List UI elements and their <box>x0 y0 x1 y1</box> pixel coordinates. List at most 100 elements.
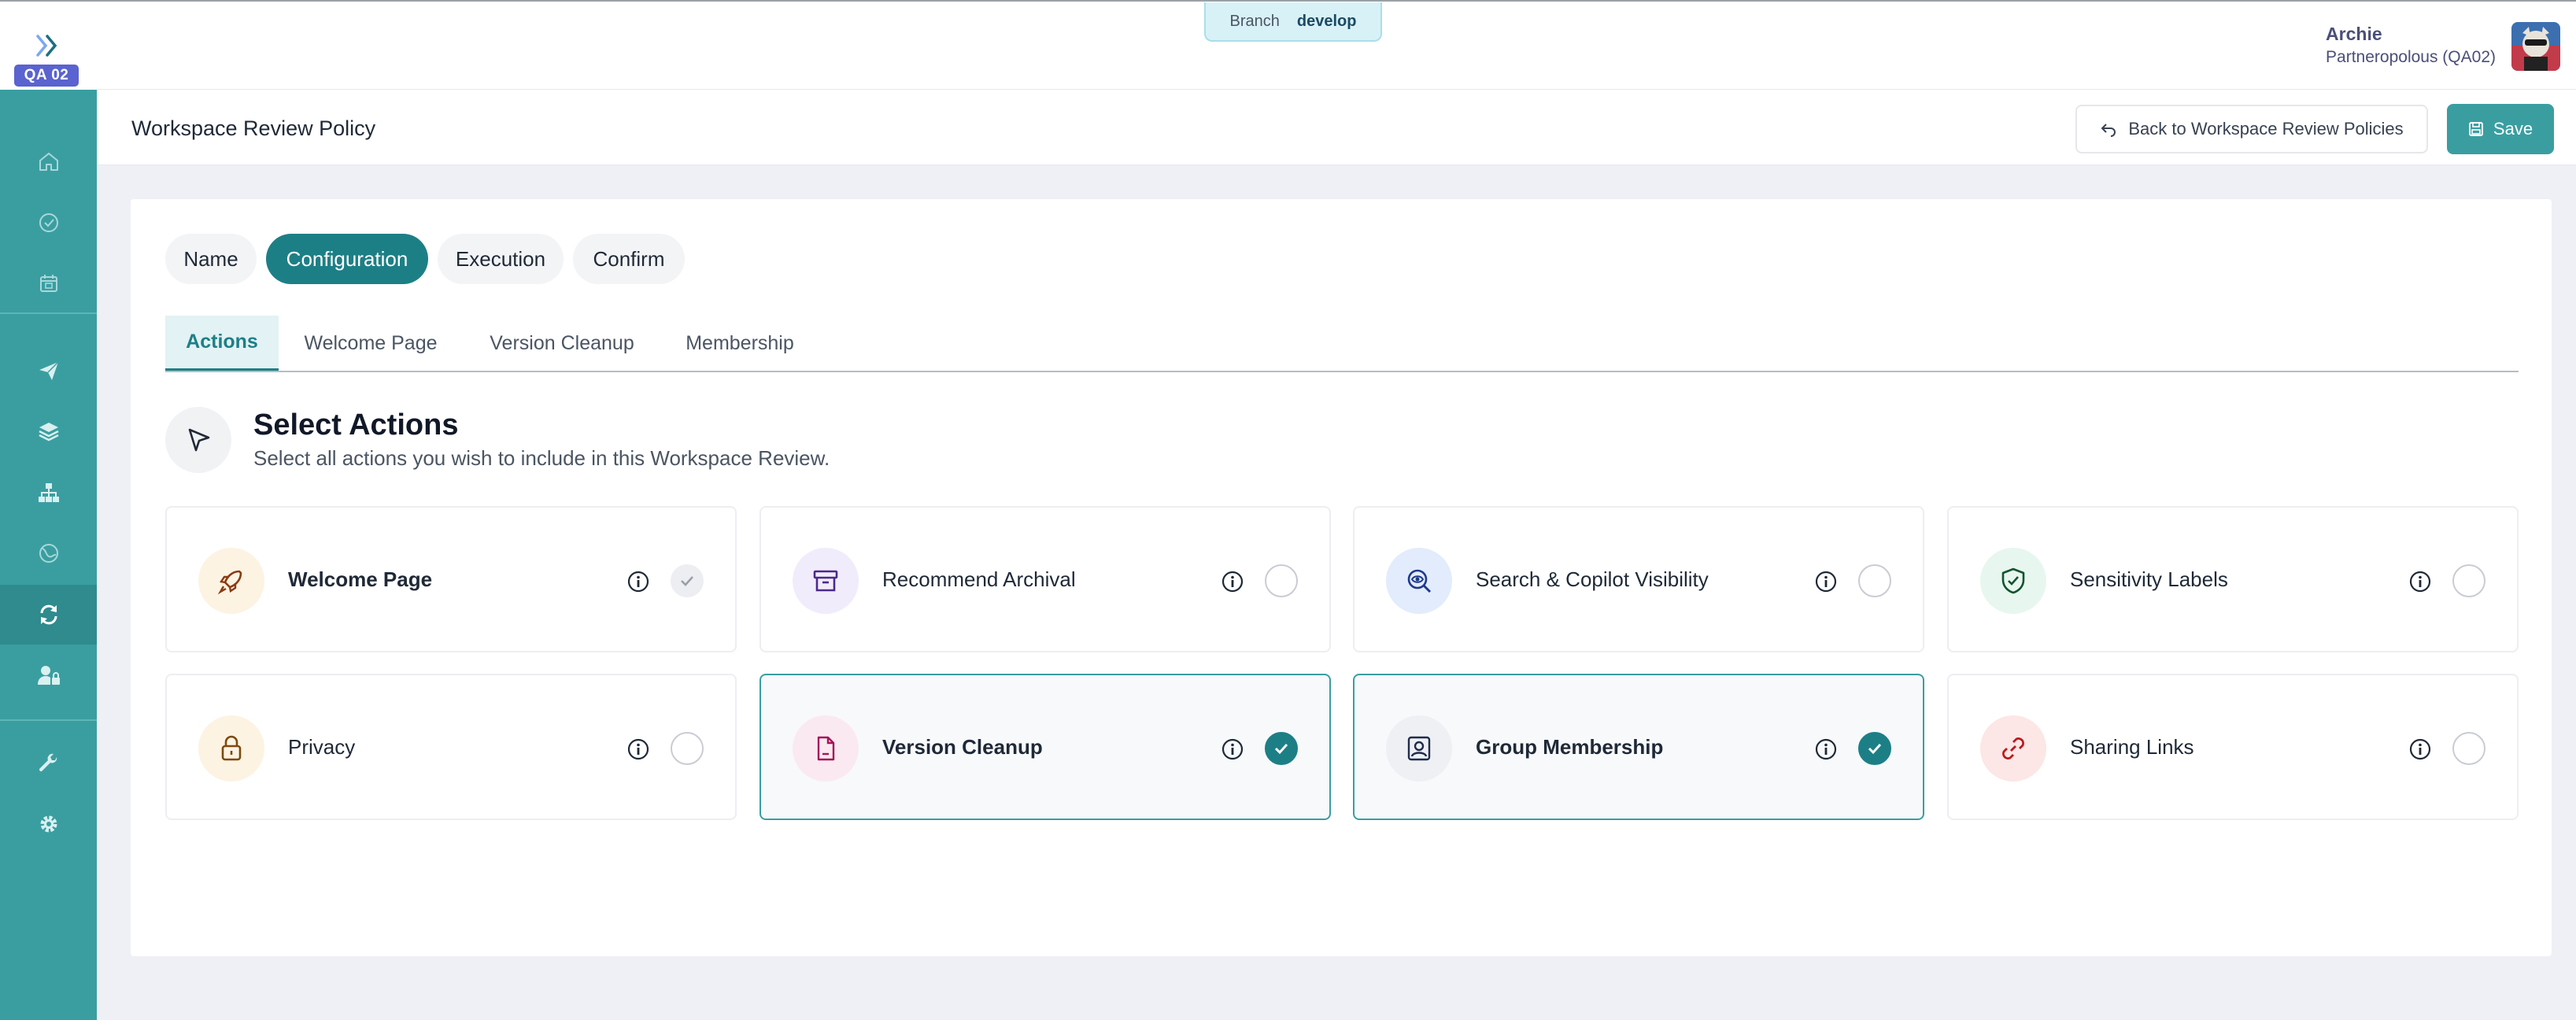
action-card-sensitivity-labels[interactable]: Sensitivity Labels <box>1947 506 2519 652</box>
action-checkbox[interactable] <box>2452 564 2485 597</box>
save-button-label: Save <box>2493 119 2533 139</box>
wrench-icon <box>39 753 57 772</box>
action-checkbox[interactable] <box>1265 564 1298 597</box>
sidebar-item-globe[interactable] <box>0 523 97 583</box>
sidebar-item-user-lock[interactable] <box>0 645 97 705</box>
globe-icon <box>39 544 58 563</box>
sidebar-divider <box>0 312 97 314</box>
action-checkbox[interactable] <box>671 732 704 765</box>
action-checkbox[interactable] <box>671 564 704 597</box>
step-configuration[interactable]: Configuration <box>266 234 428 284</box>
sidebar-item-calendar[interactable] <box>0 253 97 313</box>
page-title: Workspace Review Policy <box>131 116 376 140</box>
save-button[interactable]: Save <box>2447 104 2554 154</box>
shield-check-icon <box>2001 567 2025 594</box>
action-card-group-membership[interactable]: Group Membership <box>1353 674 1924 820</box>
user-info[interactable]: Archie Partneropolous (QA02) <box>2326 24 2496 67</box>
action-icon-wrap <box>1980 548 2046 614</box>
home-icon <box>39 153 58 171</box>
action-card-privacy[interactable]: Privacy <box>165 674 737 820</box>
save-icon <box>2468 122 2483 136</box>
action-checkbox[interactable] <box>1858 732 1891 765</box>
action-label: Welcome Page <box>288 567 433 591</box>
sidebar-divider <box>0 719 97 721</box>
lock-icon <box>221 735 242 761</box>
info-icon[interactable] <box>1221 737 1244 761</box>
info-icon[interactable] <box>1221 570 1244 593</box>
info-icon[interactable] <box>626 570 650 593</box>
branch-label: Branch <box>1229 12 1280 30</box>
layers-icon <box>38 423 59 442</box>
send-icon <box>39 361 59 380</box>
action-checkbox[interactable] <box>1858 564 1891 597</box>
action-card-search-copilot-visibility[interactable]: Search & Copilot Visibility <box>1353 506 1924 652</box>
sidebar-item-layers[interactable] <box>0 401 97 461</box>
search-eye-icon <box>1407 569 1432 593</box>
action-label: Group Membership <box>1476 735 1664 759</box>
action-icon-wrap <box>1980 715 2046 782</box>
action-icon-wrap <box>1386 715 1452 782</box>
info-icon[interactable] <box>2408 737 2432 761</box>
check-circle-icon <box>39 213 58 232</box>
section-subtitle: Select all actions you wish to include i… <box>253 446 830 470</box>
action-label: Search & Copilot Visibility <box>1476 567 1709 591</box>
sidebar-item-home[interactable] <box>0 131 97 191</box>
hierarchy-icon <box>38 483 59 502</box>
action-label: Sharing Links <box>2070 735 2194 759</box>
info-icon[interactable] <box>1814 737 1838 761</box>
sidebar-item-send[interactable] <box>0 341 97 401</box>
policy-card: Name Configuration Execution Confirm Act… <box>131 199 2552 956</box>
sync-icon <box>40 604 57 625</box>
section-title: Select Actions <box>253 408 459 442</box>
cursor-pointer-icon <box>188 428 210 452</box>
tab-welcome-page[interactable]: Welcome Page <box>279 316 463 371</box>
user-org: Partneropolous (QA02) <box>2326 48 2496 66</box>
branch-value: develop <box>1296 12 1357 30</box>
check-icon <box>681 576 693 586</box>
calendar-icon <box>39 275 57 292</box>
logo[interactable]: QA 02 <box>0 2 97 91</box>
archive-icon <box>813 570 838 592</box>
section-icon <box>165 407 231 473</box>
file-icon <box>817 736 835 761</box>
back-to-policies-button[interactable]: Back to Workspace Review Policies <box>2075 105 2428 153</box>
check-icon <box>1274 743 1288 755</box>
action-checkbox[interactable] <box>1265 732 1298 765</box>
action-icon-wrap <box>793 548 859 614</box>
sidebar-item-settings[interactable] <box>0 794 97 854</box>
environment-badge: QA 02 <box>14 65 79 87</box>
sidebar-item-tools[interactable] <box>0 734 97 793</box>
info-icon[interactable] <box>626 737 650 761</box>
action-card-recommend-archival[interactable]: Recommend Archival <box>759 506 1331 652</box>
link-icon <box>2002 737 2024 759</box>
action-label: Privacy <box>288 735 356 759</box>
sidebar-item-hierarchy[interactable] <box>0 463 97 523</box>
tab-label: Actions <box>186 331 258 353</box>
branch-indicator: Branch develop <box>1204 2 1382 42</box>
action-card-welcome-page[interactable]: Welcome Page <box>165 506 737 652</box>
action-icon-wrap <box>198 715 264 782</box>
sidebar-item-tasks[interactable] <box>0 193 97 253</box>
action-label: Sensitivity Labels <box>2070 567 2228 591</box>
step-execution[interactable]: Execution <box>438 234 564 284</box>
step-name[interactable]: Name <box>165 234 257 284</box>
tab-actions[interactable]: Actions <box>165 316 279 371</box>
action-checkbox[interactable] <box>2452 732 2485 765</box>
avatar[interactable] <box>2511 22 2560 71</box>
info-icon[interactable] <box>1814 570 1838 593</box>
subtab-bar: Actions Welcome Page Version Cleanup Mem… <box>165 316 2519 372</box>
action-icon-wrap <box>1386 548 1452 614</box>
action-card-sharing-links[interactable]: Sharing Links <box>1947 674 2519 820</box>
step-label: Name <box>183 246 238 271</box>
info-icon[interactable] <box>2408 570 2432 593</box>
check-icon <box>1868 743 1882 755</box>
tab-membership[interactable]: Membership <box>661 316 819 371</box>
action-label: Recommend Archival <box>882 567 1076 591</box>
expand-chevrons-icon[interactable] <box>33 31 65 60</box>
step-label: Execution <box>455 246 546 271</box>
sidebar-item-sync[interactable] <box>0 585 97 645</box>
step-confirm[interactable]: Confirm <box>573 234 685 284</box>
action-card-version-cleanup[interactable]: Version Cleanup <box>759 674 1331 820</box>
tab-version-cleanup[interactable]: Version Cleanup <box>463 316 661 371</box>
user-lock-icon <box>37 666 60 685</box>
